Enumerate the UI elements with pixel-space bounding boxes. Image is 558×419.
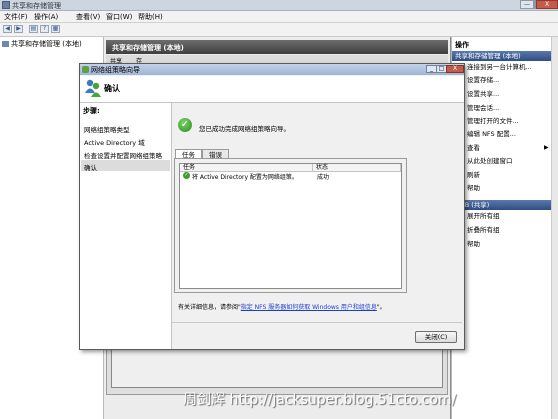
actions-scrollbar[interactable] [551,37,558,419]
submenu-arrow-icon: ▶ [544,144,549,151]
action-connect-computer[interactable]: 连接到另一台计算机... [467,63,532,72]
users-icon [85,79,101,97]
minimize-button[interactable]: — [520,0,534,9]
action-expand-groups[interactable]: 展开所有组 [467,212,500,221]
task-cell: 将 Active Directory 配置为网络组策。 [192,174,298,181]
tasks-list [179,163,402,289]
main-window-title: 共享和存储管理 [12,2,61,10]
step-network-policy-type: 网络组策略类型 [84,126,130,134]
action-manage-sessions[interactable]: 管理会话... [467,104,499,113]
app-icon [2,1,10,9]
action-help-2[interactable]: 帮助 [467,240,480,249]
back-icon[interactable]: ◀ [3,25,12,33]
dialog-banner [80,76,464,103]
close-button[interactable]: 关闭(C) [415,331,457,343]
menu-view[interactable]: 查看(V) [76,12,100,22]
step-review-settings: 检查设置并配置网络组策略 [84,152,162,160]
share-storage-icon [2,41,9,47]
wizard-icon [82,66,89,73]
steps-header: 步骤: [83,107,100,115]
forward-icon[interactable]: ▶ [14,25,23,33]
success-message: 您已成功完成网络组策略向导。 [199,125,290,133]
dialog-title-bar: 网络组策略向导 [80,64,464,75]
action-new-window[interactable]: 从此处创建窗口 [467,157,513,166]
actions-header: 操作 [455,41,469,49]
success-check-icon: ✓ [178,118,192,132]
actions-section-smb[interactable]: SMB (共享) [452,200,551,210]
step-active-directory-domain: Active Directory 域 [84,139,145,147]
more-info-text: 有关详细信息，请参阅"指定 NFS 服务器如何获取 Windows 用户和组信息… [178,304,404,312]
action-refresh[interactable]: 刷新 [467,171,480,180]
tree-root-label: 共享和存储管理 (本地) [11,40,82,48]
watermark: 周剑辉 http://jacksuper.blog.51cto.com/ [183,392,457,408]
menu-window[interactable]: 窗口(W) [106,12,132,22]
menu-file[interactable]: 文件(F) [4,12,28,22]
toolbar: ◀ ▶ ▤ ? ▦ [0,23,558,37]
action-provision-share[interactable]: 设置共享... [467,90,499,99]
properties-icon[interactable]: ▦ [51,25,60,33]
dialog-title: 网络组策略向导 [91,66,140,74]
close-window-button[interactable]: X [536,0,558,9]
dialog-close-icon[interactable]: X [446,65,464,73]
menu-bar: 文件(F) 操作(A) 查看(V) 窗口(W) 帮助(H) [0,11,558,23]
column-header-task[interactable]: 任务 [180,164,313,172]
help-icon[interactable]: ? [40,25,49,33]
more-info-prefix: 有关详细信息，请参阅" [178,304,241,311]
action-help-1[interactable]: 帮助 [467,184,480,193]
action-manage-open-files[interactable]: 管理打开的文件... [467,117,519,126]
show-hide-tree-icon[interactable]: ▤ [29,25,38,33]
task-success-icon: ✓ [183,172,190,179]
main-title-bar: 共享和存储管理 [0,0,558,11]
step-confirmation: 确认 [84,164,97,172]
action-view[interactable]: 查看 [467,144,480,153]
column-header-status[interactable]: 状态 [313,164,401,172]
tree-root-item[interactable]: 共享和存储管理 (本地) [2,39,82,49]
center-header: 共享和存储管理 (本地) [106,40,448,54]
center-header-title: 共享和存储管理 (本地) [112,44,184,52]
status-cell: 成功 [317,174,330,181]
menu-help[interactable]: 帮助(H) [138,12,163,22]
banner-title: 确认 [104,84,120,93]
nfs-help-link[interactable]: 指定 NFS 服务器如何获取 Windows 用户和组信息 [241,304,377,311]
menu-action[interactable]: 操作(A) [34,12,58,22]
dialog-separator [172,322,462,323]
action-provision-storage[interactable]: 设置存储... [467,76,499,85]
actions-section-local[interactable]: 共享和存储管理 (本地) [452,51,551,61]
action-collapse-groups[interactable]: 折叠所有组 [467,226,500,235]
more-info-suffix: "。 [376,304,386,311]
action-edit-nfs[interactable]: 编辑 NFS 配置... [467,130,516,139]
